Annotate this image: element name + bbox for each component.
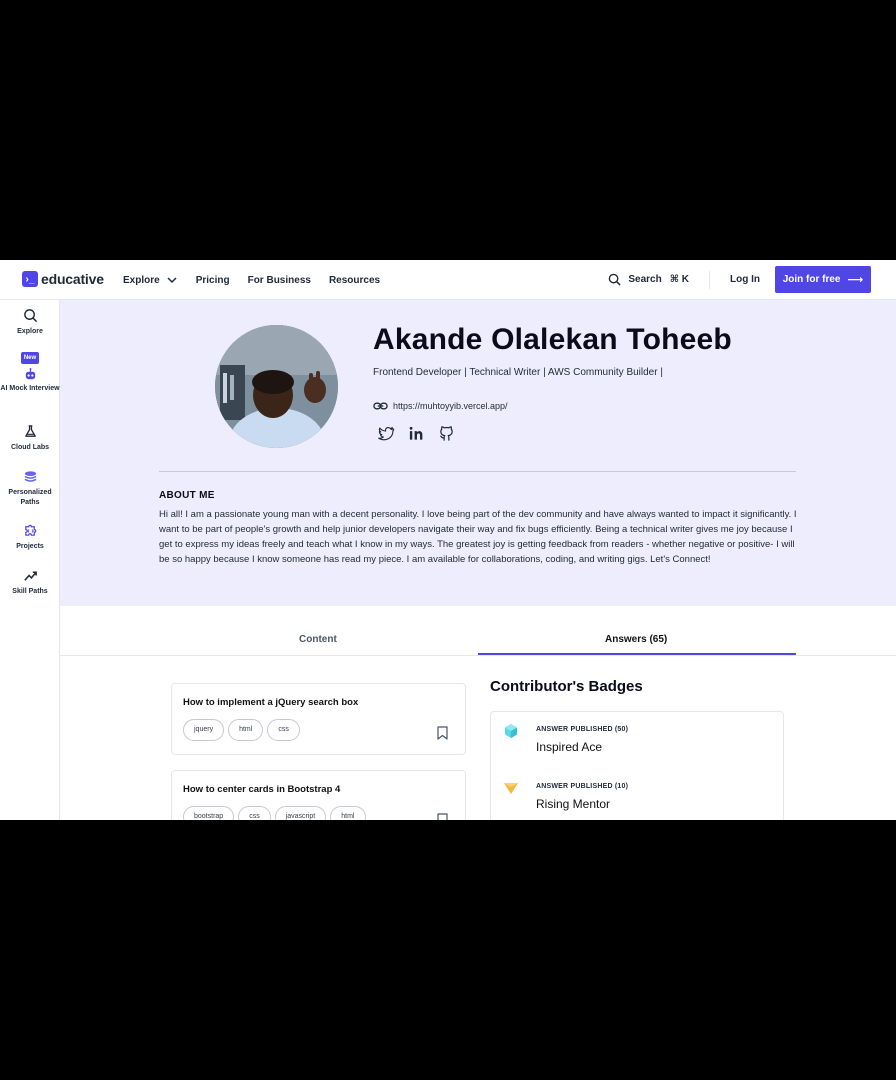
- tab-answers[interactable]: Answers (65): [605, 634, 667, 645]
- robot-icon: [25, 367, 35, 380]
- tab-content[interactable]: Content: [299, 634, 337, 645]
- nav-explore[interactable]: Explore: [123, 274, 178, 286]
- github-icon[interactable]: [438, 425, 455, 442]
- search-label: Search: [628, 274, 662, 285]
- search-button[interactable]: Search ⌘ K: [608, 273, 689, 286]
- badge-name: Rising Mentor: [536, 797, 611, 811]
- sidebar-item-label: Explore: [17, 328, 43, 335]
- nav-resources[interactable]: Resources: [329, 274, 380, 286]
- logo-mark-icon: ›_: [22, 271, 38, 287]
- flask-icon: [24, 425, 36, 437]
- tag-chip[interactable]: html: [330, 806, 366, 820]
- sidebar-item-skill-paths[interactable]: Skill Paths: [0, 568, 60, 597]
- profile-name: Akande Olalekan Toheeb: [373, 323, 732, 356]
- badges-panel: ANSWER PUBLISHED (50) Inspired Ace ANSWE…: [490, 711, 784, 820]
- search-shortcut: ⌘ K: [669, 274, 689, 285]
- badge-kind: ANSWER PUBLISHED (50): [536, 726, 629, 733]
- website-url: https://muhtoyyib.vercel.app/: [393, 401, 508, 411]
- arrow-right-icon: ⟶: [847, 274, 864, 286]
- answer-card[interactable]: How to implement a jQuery search box jqu…: [171, 683, 466, 755]
- social-links: [378, 425, 455, 442]
- login-link[interactable]: Log In: [730, 274, 760, 285]
- triangle-badge-icon: [504, 783, 518, 794]
- badge-name: Inspired Ace: [536, 740, 603, 754]
- about-heading: ABOUT ME: [159, 490, 215, 501]
- badges-title: Contributor's Badges: [490, 678, 643, 695]
- active-tab-indicator: [478, 653, 796, 655]
- logo[interactable]: ›_ educative: [22, 271, 104, 287]
- primary-nav: Explore Pricing For Business Resources: [123, 274, 380, 286]
- new-badge: New: [20, 352, 40, 364]
- search-icon: [609, 273, 621, 286]
- top-navbar: ›_ educative Explore Pricing For Busines…: [0, 260, 896, 300]
- chevron-down-icon: [167, 277, 177, 284]
- stack-icon: [23, 471, 37, 482]
- sidebar-item-cloud-labs[interactable]: Cloud Labs: [0, 424, 60, 453]
- answer-title[interactable]: How to implement a jQuery search box: [183, 697, 358, 708]
- trend-up-icon: [23, 571, 37, 581]
- profile-tabs: Content Answers (65): [60, 606, 896, 656]
- join-button[interactable]: Join for free ⟶: [775, 266, 871, 293]
- twitter-icon[interactable]: [378, 425, 395, 442]
- tag-list: bootstrap css javascript html: [183, 806, 366, 820]
- bookmark-icon[interactable]: [437, 813, 448, 820]
- cube-badge-icon: [505, 724, 517, 738]
- tag-chip[interactable]: html: [228, 719, 264, 741]
- sidebar-item-explore[interactable]: Explore: [0, 308, 60, 337]
- page-viewport: ›_ educative Explore Pricing For Busines…: [0, 260, 896, 820]
- nav-pricing[interactable]: Pricing: [196, 274, 230, 286]
- sidebar-item-projects[interactable]: Projects: [0, 523, 60, 552]
- tag-chip[interactable]: css: [267, 719, 300, 741]
- bookmark-icon[interactable]: [437, 726, 448, 740]
- logo-text: educative: [41, 271, 104, 287]
- sidebar-item-personalized-paths[interactable]: Personalized Paths: [0, 469, 60, 508]
- answer-card[interactable]: How to center cards in Bootstrap 4 boots…: [171, 770, 466, 820]
- tag-chip[interactable]: bootstrap: [183, 806, 235, 820]
- linkedin-icon[interactable]: [408, 425, 425, 442]
- link-icon: [373, 402, 388, 410]
- left-sidebar: Explore New AI Mock Interview Cloud Labs…: [0, 300, 60, 820]
- sidebar-item-label: Personalized Paths: [8, 489, 52, 506]
- puzzle-icon: [24, 524, 36, 536]
- nav-explore-label: Explore: [123, 274, 160, 286]
- profile-headline: Frontend Developer | Technical Writer | …: [373, 367, 663, 378]
- nav-for-business[interactable]: For Business: [248, 274, 311, 286]
- badge-kind: ANSWER PUBLISHED (10): [536, 783, 629, 790]
- hero-divider: [159, 471, 796, 472]
- avatar-photo: [215, 325, 338, 448]
- sidebar-item-label: Cloud Labs: [10, 444, 50, 451]
- tag-chip[interactable]: css: [238, 806, 271, 820]
- answer-title[interactable]: How to center cards in Bootstrap 4: [183, 784, 340, 795]
- avatar: [215, 325, 338, 448]
- sidebar-item-label: AI Mock Interview: [0, 385, 60, 392]
- search-icon: [23, 309, 37, 323]
- nav-right: Search ⌘ K Log In Join for free ⟶: [608, 266, 871, 293]
- tag-chip[interactable]: jquery: [183, 719, 225, 741]
- profile-hero: Akande Olalekan Toheeb Frontend Develope…: [60, 300, 896, 606]
- tag-list: jquery html css: [183, 719, 300, 741]
- nav-divider: [709, 270, 710, 289]
- about-text: Hi all! I am a passionate young man with…: [159, 509, 797, 565]
- website-link[interactable]: https://muhtoyyib.vercel.app/: [373, 400, 508, 412]
- sidebar-item-label: Projects: [16, 543, 44, 550]
- sidebar-item-label: Skill Paths: [12, 588, 48, 595]
- sidebar-item-ai-mock-interview[interactable]: New AI Mock Interview: [0, 352, 60, 394]
- join-label: Join for free: [782, 274, 841, 285]
- tag-chip[interactable]: javascript: [274, 806, 327, 820]
